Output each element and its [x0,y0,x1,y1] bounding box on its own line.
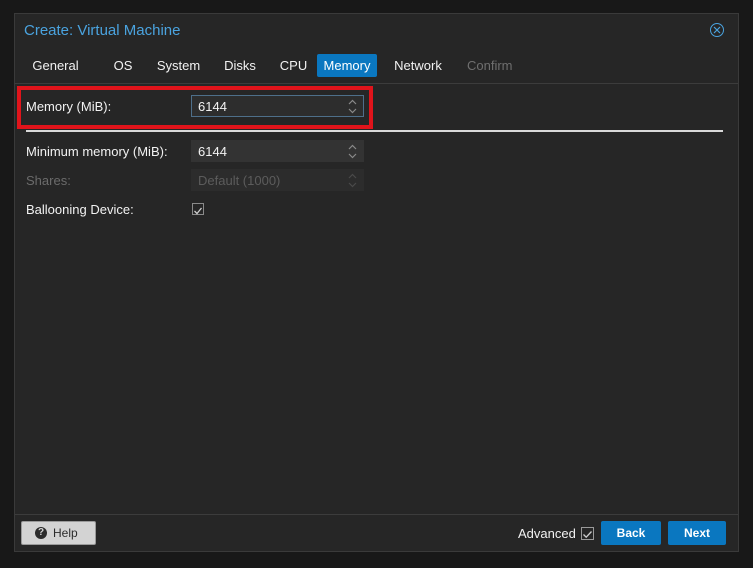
tab-confirm[interactable]: Confirm [467,54,513,77]
dialog-title: Create: Virtual Machine [24,22,181,39]
min-memory-label: Minimum memory (MiB): [26,144,168,159]
tab-divider [15,83,738,84]
min-memory-input[interactable]: 6144 [191,140,364,162]
shares-input[interactable]: Default (1000) [191,169,364,191]
help-icon: ? [35,527,47,539]
advanced-checkbox[interactable] [581,527,594,540]
checkmark-icon [194,207,203,215]
tab-general[interactable]: General [24,54,87,77]
ballooning-label: Ballooning Device: [26,202,134,217]
help-button[interactable]: ? Help [21,521,96,545]
checkmark-icon [583,531,592,539]
shares-label: Shares: [26,173,71,188]
shares-placeholder: Default (1000) [198,173,281,188]
help-label: Help [53,526,78,540]
tab-memory[interactable]: Memory [317,54,377,77]
create-vm-dialog: Create: Virtual Machine General OS Syste… [14,13,739,552]
tab-disks[interactable]: Disks [215,54,265,77]
spinner-icon [348,173,357,188]
tab-system[interactable]: System [149,54,208,77]
section-separator [26,130,723,132]
memory-highlight-box [17,86,373,129]
tab-os[interactable]: OS [104,54,142,77]
min-memory-value: 6144 [198,144,227,159]
close-icon[interactable] [710,23,724,37]
footer-divider [15,514,738,515]
next-button[interactable]: Next [668,521,726,545]
tab-network[interactable]: Network [389,54,447,77]
dialog-titlebar: Create: Virtual Machine [15,14,738,48]
tab-cpu[interactable]: CPU [271,54,316,77]
spinner-icon[interactable] [348,144,357,159]
advanced-label: Advanced [518,526,576,541]
back-button[interactable]: Back [601,521,661,545]
ballooning-checkbox[interactable] [192,203,204,215]
